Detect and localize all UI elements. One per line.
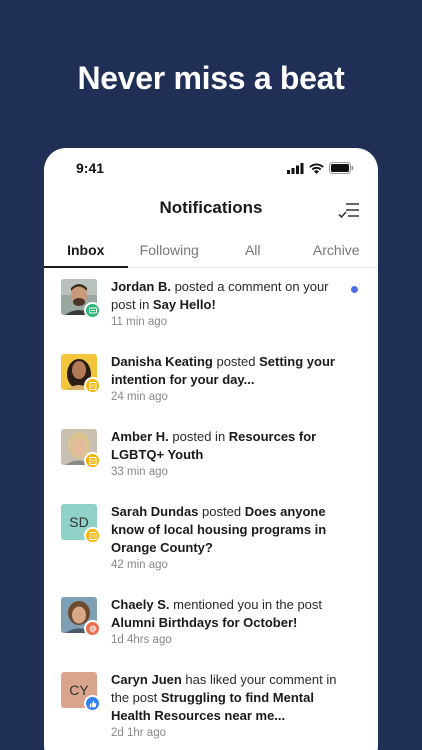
status-bar: 9:41 bbox=[44, 148, 378, 188]
notification-target[interactable]: Say Hello! bbox=[153, 297, 216, 312]
notification-item[interactable]: SD Sarah Dundas posted Does anyone know … bbox=[44, 495, 378, 588]
notification-text: Caryn Juen has liked your comment in the… bbox=[111, 671, 356, 725]
notification-time: 1d 4hrs ago bbox=[111, 634, 172, 646]
notification-text: Amber H. posted in Resources for LGBTQ+ … bbox=[111, 428, 356, 464]
tab-all[interactable]: All bbox=[211, 236, 295, 267]
notification-action: posted in bbox=[168, 429, 229, 444]
notification-item[interactable]: Chaely S. mentioned you in the post Alum… bbox=[44, 588, 378, 663]
headline: Never miss a beat bbox=[77, 60, 345, 96]
notification-author: Sarah Dundas bbox=[111, 504, 199, 519]
notification-text: Chaely S. mentioned you in the post Alum… bbox=[111, 596, 356, 632]
notification-author: Amber H. bbox=[111, 429, 169, 444]
tab-inbox[interactable]: Inbox bbox=[44, 236, 128, 268]
page-title: Notifications bbox=[159, 198, 263, 217]
status-time: 9:41 bbox=[76, 160, 105, 176]
notification-action: posted bbox=[212, 354, 260, 369]
tab-archive[interactable]: Archive bbox=[295, 236, 379, 267]
notification-time: 11 min ago bbox=[111, 316, 168, 328]
notification-item[interactable]: Danisha Keating posted Setting your inte… bbox=[44, 345, 378, 420]
header: Notifications bbox=[44, 198, 378, 222]
tab-bar: Inbox Following All Archive bbox=[44, 236, 378, 268]
notification-time: 33 min ago bbox=[111, 466, 168, 478]
post-icon bbox=[84, 377, 101, 394]
notification-action: mentioned you in the post bbox=[169, 597, 323, 612]
notification-text: Sarah Dundas posted Does anyone know of … bbox=[111, 503, 356, 557]
notification-target[interactable]: Alumni Birthdays for October! bbox=[111, 615, 297, 630]
mention-icon bbox=[84, 620, 101, 637]
post-icon bbox=[84, 527, 101, 544]
notification-author: Danisha Keating bbox=[111, 354, 213, 369]
phone-frame: 9:41 Notifications Inbox Following All A… bbox=[44, 148, 378, 750]
battery-icon bbox=[329, 162, 354, 174]
tab-following[interactable]: Following bbox=[128, 236, 212, 267]
notification-author: Jordan B. bbox=[111, 279, 171, 294]
avatar-initials: CY bbox=[69, 682, 89, 698]
signal-icon bbox=[287, 162, 304, 174]
notification-item[interactable]: Amber H. posted in Resources for LGBTQ+ … bbox=[44, 420, 378, 495]
wifi-icon bbox=[309, 163, 324, 174]
post-icon bbox=[84, 452, 101, 469]
avatar-initials: SD bbox=[69, 514, 89, 530]
notification-item[interactable]: CY Caryn Juen has liked your comment in … bbox=[44, 663, 378, 750]
notification-text: Jordan B. posted a comment on your post … bbox=[111, 278, 356, 314]
notification-item[interactable]: Jordan B. posted a comment on your post … bbox=[44, 270, 378, 345]
comment-icon bbox=[84, 302, 101, 319]
notification-time: 2d 1hr ago bbox=[111, 727, 166, 739]
notification-author: Caryn Juen bbox=[111, 672, 182, 687]
like-icon bbox=[84, 695, 101, 712]
notification-list: Jordan B. posted a comment on your post … bbox=[44, 270, 378, 750]
notification-author: Chaely S. bbox=[111, 597, 170, 612]
filter-icon[interactable] bbox=[338, 200, 360, 220]
notification-time: 42 min ago bbox=[111, 559, 168, 571]
notification-text: Danisha Keating posted Setting your inte… bbox=[111, 353, 356, 389]
unread-indicator bbox=[351, 286, 358, 293]
status-icons bbox=[287, 162, 354, 174]
notification-time: 24 min ago bbox=[111, 391, 168, 403]
notification-action: posted bbox=[198, 504, 245, 519]
